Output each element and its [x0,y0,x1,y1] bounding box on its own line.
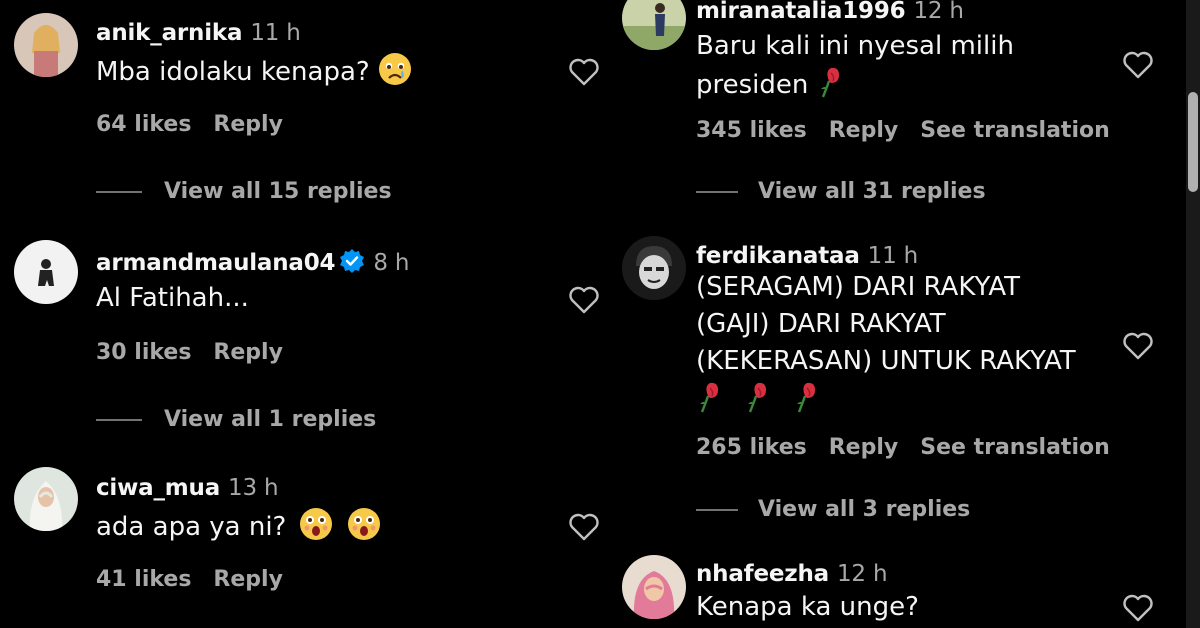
comment-text-content: Kenapa ka unge? [696,592,919,622]
comment-time: 12 h [836,561,888,587]
likes-count[interactable]: 64 likes [96,112,191,137]
avatar[interactable] [622,0,686,50]
comment-item: armandmaulana04 8 h Al Fatihah... 30 like… [0,228,600,448]
comment-time: 8 h [373,250,410,276]
comment-username[interactable]: ferdikanataa 11 h [696,243,918,269]
replies-divider [696,191,738,193]
comment-text-content: Al Fatihah... [96,283,249,313]
view-replies-button[interactable]: View all 31 replies [696,179,986,204]
comment-text-content: ada apa ya ni? [96,512,287,542]
comment-meta: 345 likes Reply See translation [696,118,1132,143]
comment-username[interactable]: ciwa_mua 13 h [96,475,279,501]
comment-username[interactable]: miranatalia1996 12 h [696,0,964,24]
comment-username[interactable]: armandmaulana04 8 h [96,248,409,276]
view-replies-button[interactable]: View all 15 replies [96,179,392,204]
comment-meta: 64 likes Reply [96,112,305,137]
username-link[interactable]: armandmaulana04 [96,250,336,276]
heart-outline-icon[interactable] [1122,50,1154,80]
reply-button[interactable]: Reply [213,112,283,137]
avatar[interactable] [622,555,686,619]
comment-time: 13 h [228,475,279,501]
comment-text-line: Baru kali ini nyesal milih [696,31,1014,61]
comment-meta: 41 likes Reply [96,567,305,592]
view-replies-label[interactable]: View all 31 replies [758,179,986,204]
comment-username[interactable]: nhafeezha 12 h [696,561,888,587]
replies-divider [696,509,738,511]
avatar[interactable] [622,236,686,300]
heart-outline-icon[interactable] [1122,593,1154,623]
see-translation-button[interactable]: See translation [920,435,1110,460]
comment-text-content: Mba idolaku kenapa? [96,57,370,87]
heart-outline-icon[interactable] [568,285,600,315]
wilted-rose-emoji [796,382,815,413]
likes-count[interactable]: 265 likes [696,435,807,460]
comment-time: 12 h [913,0,964,24]
reply-button[interactable]: Reply [213,340,283,365]
reply-button[interactable]: Reply [829,118,899,143]
wilted-rose-emoji [820,67,839,98]
comment-text: Baru kali ini nyesal milih presiden [696,28,1014,104]
comment-time: 11 h [867,243,919,269]
shocked-face-emoji [299,508,332,540]
view-replies-button[interactable]: View all 3 replies [696,497,970,522]
comment-item: ciwa_mua 13 h ada apa ya ni? 41 likes Repl… [0,455,600,628]
comment-text: (SERAGAM) DARI RAKYAT (GAJI) DARI RAKYAT… [696,269,1076,419]
reply-button[interactable]: Reply [213,567,283,592]
username-link[interactable]: nhafeezha [696,561,829,587]
replies-divider [96,419,142,421]
view-replies-button[interactable]: View all 1 replies [96,407,376,432]
comment-item: miranatalia1996 12 h Baru kali ini nyesal… [608,0,1200,216]
comment-text: Al Fatihah... [96,280,249,317]
comment-text: Mba idolaku kenapa? [96,52,412,91]
username-link[interactable]: anik_arnika [96,20,243,46]
username-link[interactable]: ferdikanataa [696,243,860,269]
comment-username[interactable]: anik_arnika 11 h [96,20,301,46]
likes-count[interactable]: 345 likes [696,118,807,143]
reply-button[interactable]: Reply [829,435,899,460]
replies-divider [96,191,142,193]
avatar[interactable] [14,240,78,304]
avatar[interactable] [14,467,78,531]
wilted-rose-emoji [748,382,767,413]
comment-text-content: presiden [696,70,809,100]
comment-meta: 265 likes Reply See translation [696,435,1132,460]
username-link[interactable]: miranatalia1996 [696,0,906,24]
comment-meta: 30 likes Reply [96,340,305,365]
comments-column-right: miranatalia1996 12 h Baru kali ini nyesal… [608,0,1200,628]
heart-outline-icon[interactable] [568,57,600,87]
scrollbar-thumb[interactable] [1188,92,1198,192]
likes-count[interactable]: 41 likes [96,567,191,592]
verified-badge-icon [340,249,365,273]
comments-column-left: anik_arnika 11 h Mba idolaku kenapa? 64 l… [0,0,600,628]
comment-text-line: (SERAGAM) DARI RAKYAT [696,272,1020,302]
username-link[interactable]: ciwa_mua [96,475,220,501]
likes-count[interactable]: 30 likes [96,340,191,365]
sad-face-emoji [378,53,411,85]
comment-text: Kenapa ka unge? [696,589,919,626]
comment-emoji-line [696,380,1076,419]
comment-text-line: (GAJI) DARI RAKYAT [696,309,946,339]
heart-outline-icon[interactable] [568,512,600,542]
comment-time: 11 h [250,20,301,46]
avatar[interactable] [14,13,78,77]
comment-item: nhafeezha 12 h Kenapa ka unge? [608,545,1200,628]
shocked-face-emoji [347,508,380,540]
comment-item: anik_arnika 11 h Mba idolaku kenapa? 64 l… [0,0,600,220]
heart-outline-icon[interactable] [1122,331,1154,361]
wilted-rose-emoji [700,382,718,413]
view-replies-label[interactable]: View all 3 replies [758,497,970,522]
comment-text-line: (KEKERASAN) UNTUK RAKYAT [696,346,1076,376]
view-replies-label[interactable]: View all 1 replies [164,407,376,432]
see-translation-button[interactable]: See translation [920,118,1110,143]
comment-item: ferdikanataa 11 h (SERAGAM) DARI RAKYAT (… [608,225,1200,545]
comment-text-line: presiden [696,65,1014,104]
comment-text: ada apa ya ni? [96,507,381,546]
view-replies-label[interactable]: View all 15 replies [164,179,392,204]
